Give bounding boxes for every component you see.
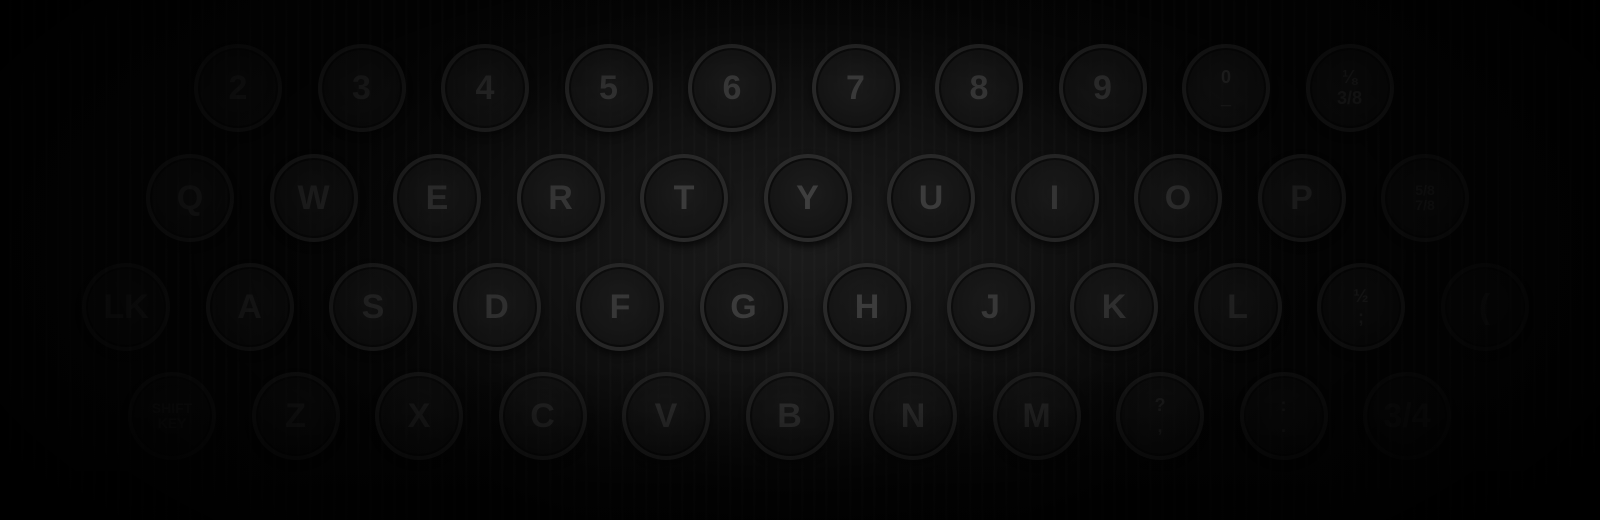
typewriter-key: X	[375, 372, 463, 460]
typewriter-key: ⅛ 3/8	[1305, 44, 1394, 132]
key-label: F	[609, 288, 631, 326]
key-label: A	[237, 288, 262, 326]
typewriter-keyboard: 234567890 _ ⅛ 3/8 Q W E R T Y U I O P 5/8 7/8 LK A S D F G…	[0, 0, 1600, 520]
typewriter-key: Q	[146, 154, 234, 242]
key-label: Z	[285, 397, 306, 435]
key-label: 9	[1093, 69, 1112, 107]
typewriter-key: F	[576, 263, 664, 351]
typewriter-key: H	[823, 263, 911, 351]
typewriter-key: 9	[1058, 44, 1147, 132]
key-label: ? ,	[1154, 395, 1166, 436]
typewriter-key: 7	[811, 44, 900, 132]
typewriter-key: Z	[251, 372, 340, 460]
typewriter-key: 8	[935, 44, 1023, 132]
key-label: X	[407, 397, 431, 435]
typewriter-key: 3	[317, 44, 406, 132]
typewriter-key: 0 _	[1182, 44, 1270, 132]
key-label: U	[918, 179, 944, 217]
typewriter-key: E	[393, 154, 481, 242]
key-label: K	[1101, 288, 1127, 326]
key-label: 8	[969, 69, 989, 107]
typewriter-key: 6	[688, 44, 776, 132]
key-label: O	[1164, 179, 1192, 217]
key-label: W	[297, 179, 330, 217]
key-label: S	[361, 288, 385, 326]
key-label: 5	[599, 69, 618, 107]
key-label: P	[1290, 179, 1313, 217]
typewriter-key: ½ ;	[1317, 263, 1405, 351]
typewriter-key: M	[992, 372, 1081, 460]
typewriter-key: P	[1257, 154, 1346, 242]
typewriter-photo: 234567890 _ ⅛ 3/8 Q W E R T Y U I O P 5/8 7/8 LK A S D F G…	[0, 0, 1600, 520]
key-label: N	[900, 397, 926, 435]
typewriter-key: R	[516, 154, 605, 242]
key-label: C	[530, 397, 555, 435]
typewriter-key: 5/8 7/8	[1381, 154, 1469, 242]
key-label: H	[854, 288, 880, 326]
key-label: 2	[228, 69, 248, 107]
typewriter-key: 5	[564, 44, 653, 132]
key-label: T	[673, 179, 695, 217]
key-label: 3	[352, 69, 371, 107]
typewriter-key: U	[887, 154, 975, 242]
typewriter-key: O	[1134, 154, 1222, 242]
key-label: : .	[1280, 395, 1287, 436]
key-label: ½ ;	[1353, 286, 1369, 327]
typewriter-key: K	[1070, 263, 1158, 351]
typewriter-key: B	[745, 372, 834, 460]
typewriter-key: D	[452, 263, 541, 351]
typewriter-key: C	[498, 372, 587, 460]
key-label: Q	[176, 179, 204, 217]
typewriter-key: W	[269, 154, 358, 242]
typewriter-key: Y	[763, 154, 852, 242]
key-label: V	[654, 397, 678, 435]
typewriter-key: V	[622, 372, 710, 460]
typewriter-key: L	[1193, 263, 1282, 351]
key-label: R	[548, 179, 573, 217]
typewriter-key: T	[640, 154, 728, 242]
typewriter-key: 4	[441, 44, 529, 132]
key-label: SHIFT KEY	[151, 399, 193, 431]
typewriter-key: (	[1440, 263, 1529, 351]
key-label: 6	[722, 69, 742, 107]
key-label: M	[1022, 397, 1051, 435]
typewriter-key: SHIFT KEY	[128, 372, 216, 460]
key-label: B	[777, 397, 802, 435]
typewriter-key: S	[329, 263, 417, 351]
key-label: E	[425, 179, 449, 217]
key-label: 7	[846, 69, 865, 107]
key-label: J	[981, 288, 1000, 326]
key-label: LK	[103, 288, 149, 326]
typewriter-key: I	[1010, 154, 1099, 242]
typewriter-key: N	[869, 372, 957, 460]
typewriter-key: : .	[1239, 372, 1328, 460]
typewriter-key: 2	[194, 44, 282, 132]
key-label: Y	[796, 179, 819, 217]
key-label: L	[1227, 288, 1248, 326]
key-label: (	[1478, 288, 1491, 326]
key-label: G	[730, 288, 757, 326]
typewriter-key: G	[699, 263, 788, 351]
typewriter-key: A	[205, 263, 294, 351]
typewriter-key: 3/4	[1363, 372, 1451, 460]
key-label: D	[484, 288, 509, 326]
typewriter-key: ? ,	[1116, 372, 1204, 460]
key-label: I	[1049, 179, 1060, 217]
key-label: 5/8 7/8	[1415, 181, 1435, 213]
key-label: 3/4	[1383, 397, 1431, 435]
typewriter-key: LK	[82, 263, 170, 351]
key-label: ⅛ 3/8	[1336, 67, 1363, 108]
typewriter-key: J	[946, 263, 1035, 351]
key-label: 4	[475, 69, 495, 107]
key-label: 0 _	[1220, 67, 1231, 108]
